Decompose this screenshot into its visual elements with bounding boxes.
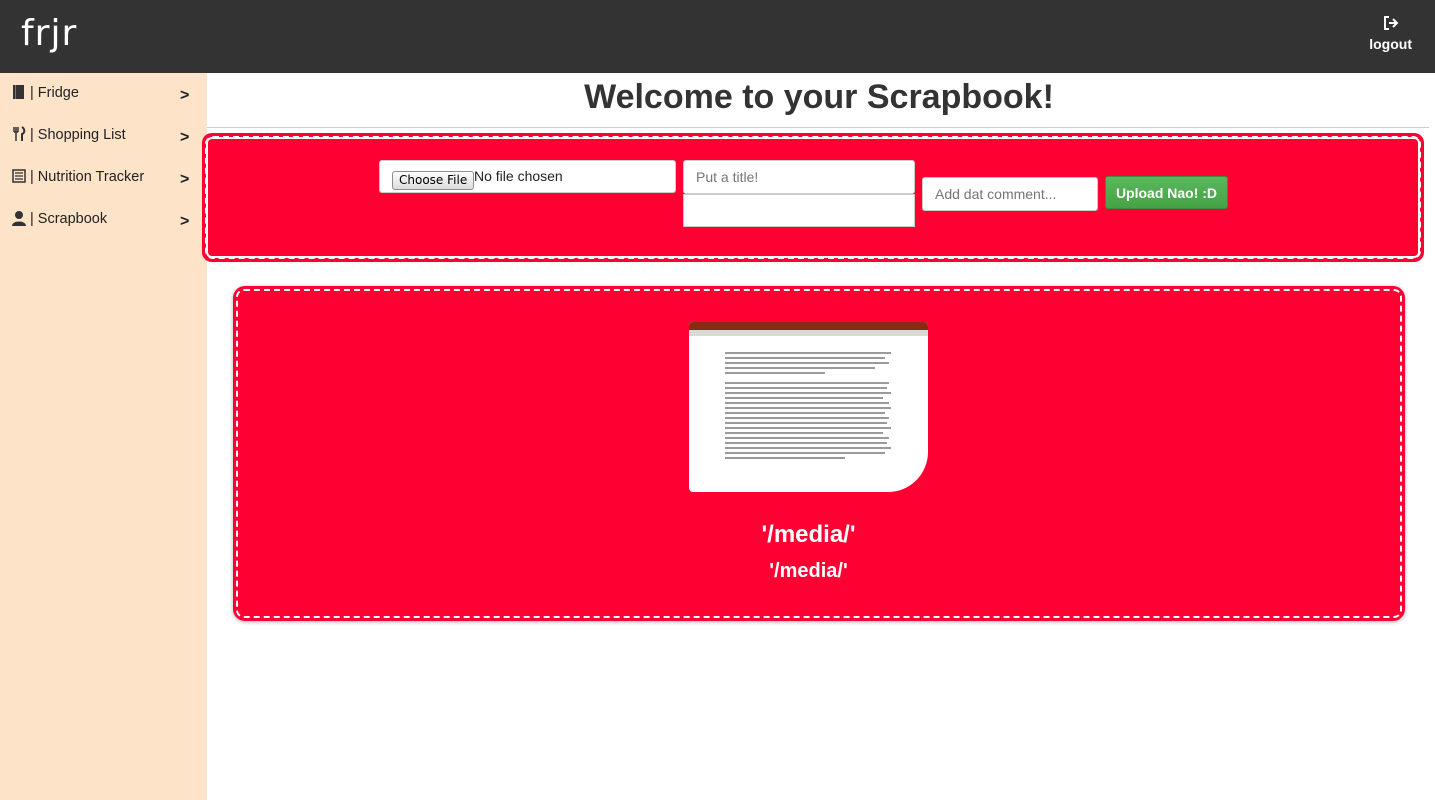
sidebar-item-label: | Scrapbook [30, 211, 108, 227]
sidebar-item-nutrition-tracker[interactable]: | Nutrition Tracker > [0, 157, 207, 199]
user-icon [12, 211, 26, 226]
sidebar-item-scrapbook[interactable]: | Scrapbook > [0, 199, 207, 241]
sidebar-item-label: | Shopping List [30, 127, 126, 143]
image-text-line [725, 412, 885, 414]
image-text-line [725, 452, 885, 454]
image-text-line [725, 447, 891, 449]
choose-file-button[interactable]: Choose File [392, 171, 475, 190]
list-icon [12, 169, 26, 183]
image-text-line [725, 407, 891, 409]
sidebar: | Fridge > | Shopping List > | Nutrition… [0, 73, 207, 800]
chevron-right-icon: > [180, 129, 190, 146]
sidebar-item-label: | Fridge [30, 85, 79, 101]
chevron-right-icon: > [180, 213, 190, 230]
chevron-right-icon: > [180, 171, 190, 188]
image-text-line [725, 427, 891, 429]
image-text-line [725, 422, 887, 424]
image-text-line [725, 457, 845, 459]
cutlery-icon [13, 126, 26, 141]
chevron-right-icon: > [180, 87, 190, 104]
divider [207, 127, 1429, 128]
page-title: Welcome to your Scrapbook! [584, 78, 1054, 116]
sign-out-icon [1383, 16, 1399, 30]
book-icon [13, 85, 24, 99]
image-text-line [725, 387, 887, 389]
image-text-line [725, 357, 885, 359]
image-text-line [725, 442, 887, 444]
image-browser-bar [689, 322, 928, 330]
image-text-line [725, 432, 883, 434]
image-text-line [725, 437, 889, 439]
upload-button[interactable]: Upload Nao! :D [1105, 176, 1228, 209]
post-title: '/media/' [761, 521, 856, 548]
image-text-line [725, 372, 825, 374]
file-input[interactable]: Choose File No file chosen [379, 160, 676, 193]
image-text-line [725, 362, 889, 364]
title-input[interactable] [683, 160, 915, 194]
image-browser-tabs [689, 330, 928, 336]
app-logo[interactable]: frjr [21, 14, 77, 54]
logout-button[interactable]: logout [1369, 14, 1412, 54]
image-text-line [725, 382, 889, 384]
sidebar-item-fridge[interactable]: | Fridge > [0, 73, 207, 115]
top-navbar: frjr logout [0, 0, 1435, 73]
image-text-line [725, 397, 883, 399]
file-status: No file chosen [474, 168, 563, 184]
image-text-line [725, 402, 889, 404]
image-text-line [725, 352, 891, 354]
image-text-line [725, 417, 889, 419]
sidebar-item-shopping-list[interactable]: | Shopping List > [0, 115, 207, 157]
image-text-line [725, 367, 875, 369]
sidebar-item-label: | Nutrition Tracker [30, 169, 145, 185]
title-input-dropdown[interactable] [683, 194, 915, 227]
post-image[interactable] [689, 322, 928, 492]
image-text-line [725, 392, 891, 394]
post-caption: '/media/' [769, 560, 848, 582]
logout-label: logout [1369, 36, 1412, 52]
comment-input[interactable] [922, 177, 1098, 211]
